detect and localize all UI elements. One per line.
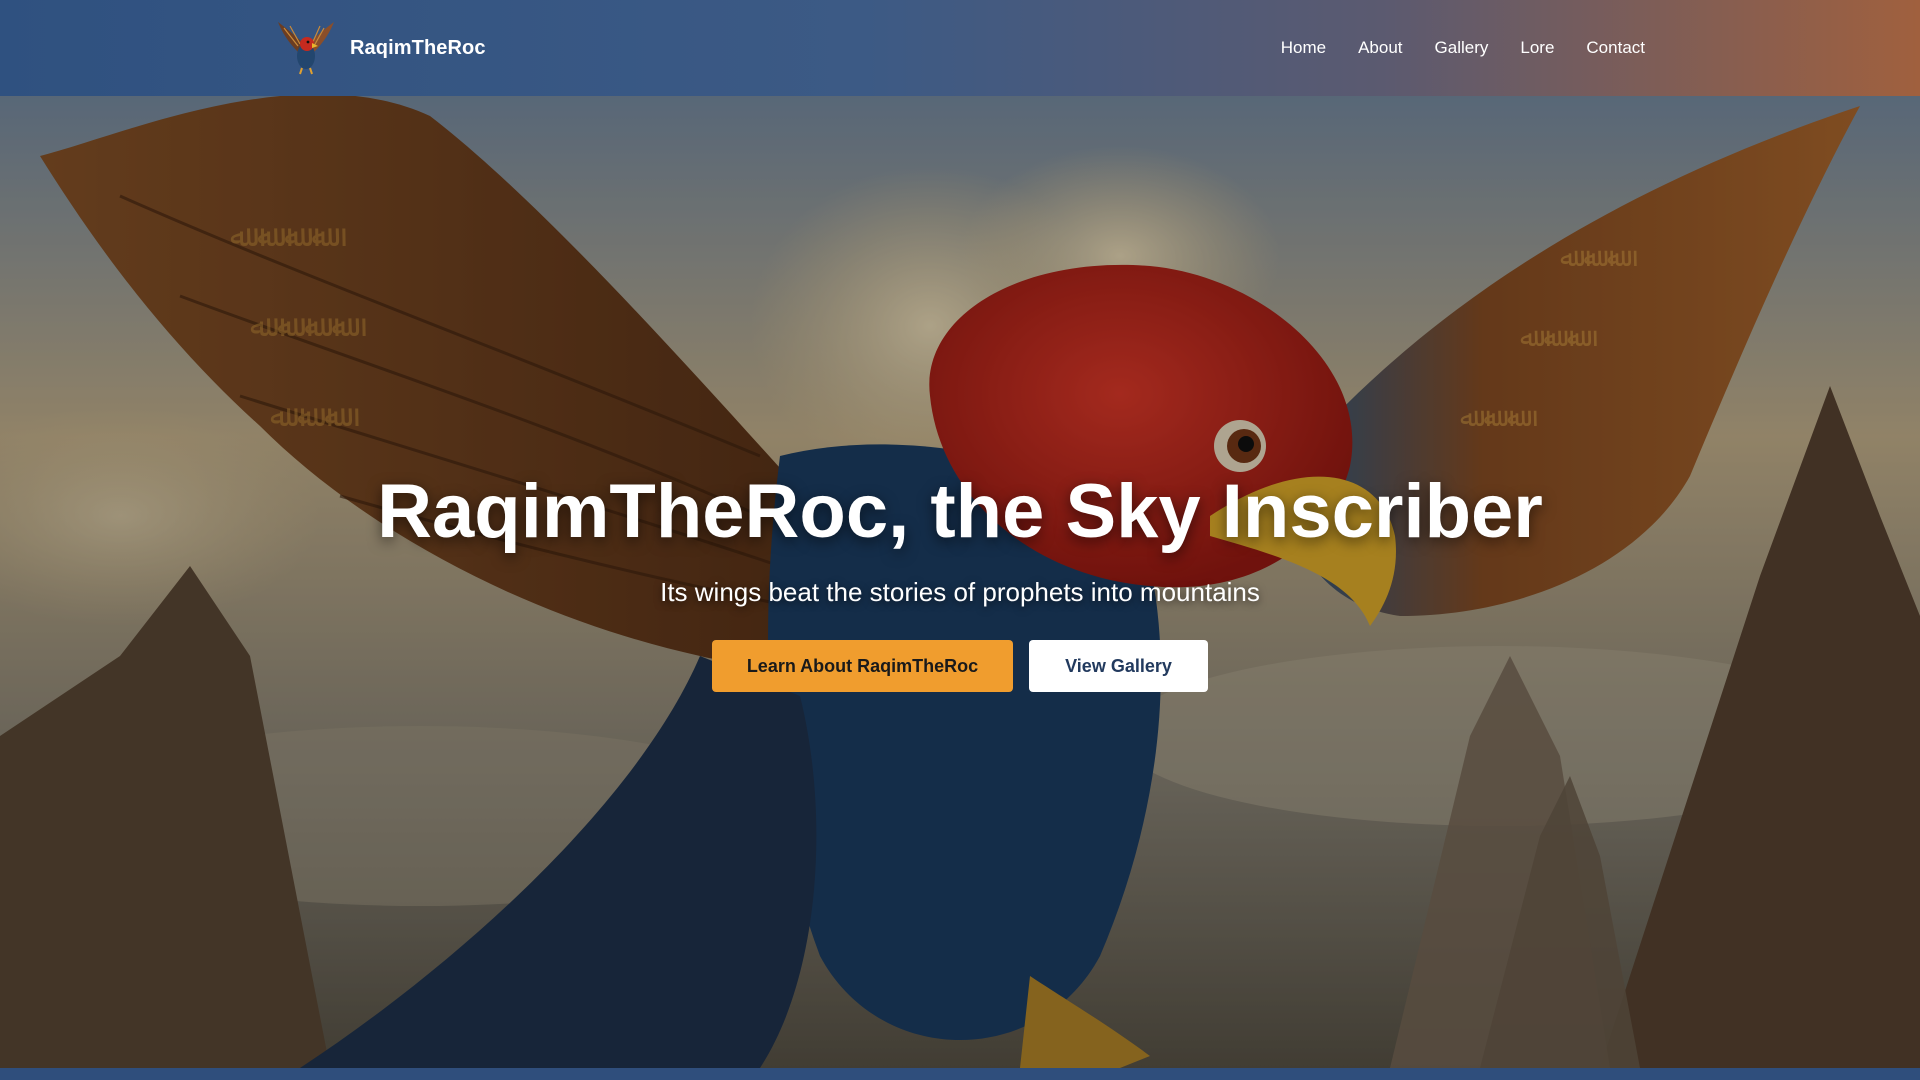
nav-about[interactable]: About	[1358, 38, 1402, 58]
roc-bird-icon	[278, 22, 334, 75]
learn-about-button[interactable]: Learn About RaqimTheRoc	[712, 640, 1013, 692]
hero-subtitle: Its wings beat the stories of prophets i…	[660, 577, 1260, 607]
hero-buttons: Learn About RaqimTheRoc View Gallery	[0, 640, 1920, 692]
hero-title: RaqimTheRoc, the Sky Inscriber	[377, 469, 1543, 554]
nav-home[interactable]: Home	[1281, 38, 1326, 58]
bottom-bar	[0, 1068, 1920, 1080]
nav-gallery[interactable]: Gallery	[1435, 38, 1489, 58]
view-gallery-button[interactable]: View Gallery	[1029, 640, 1208, 692]
hero-section: ﷲ ﷲ ﷲ ﷲ ﷲ ﷲ ﷲ ﷲ ﷲ ﷲ ﷲ ﷲ ﷲ ﷲ ﷲ ﷲ ﷲ ﷲ ﷲ ﷲ …	[0, 96, 1920, 1068]
site-header: RaqimTheRoc Home About Gallery Lore Cont…	[0, 0, 1920, 96]
brand-link[interactable]: RaqimTheRoc	[274, 14, 486, 82]
hero-content: RaqimTheRoc, the Sky Inscriber Its wings…	[0, 468, 1920, 692]
brand-name: RaqimTheRoc	[350, 36, 486, 59]
nav-lore[interactable]: Lore	[1520, 38, 1554, 58]
nav-contact[interactable]: Contact	[1586, 38, 1645, 58]
main-nav: Home About Gallery Lore Contact	[1281, 0, 1645, 96]
